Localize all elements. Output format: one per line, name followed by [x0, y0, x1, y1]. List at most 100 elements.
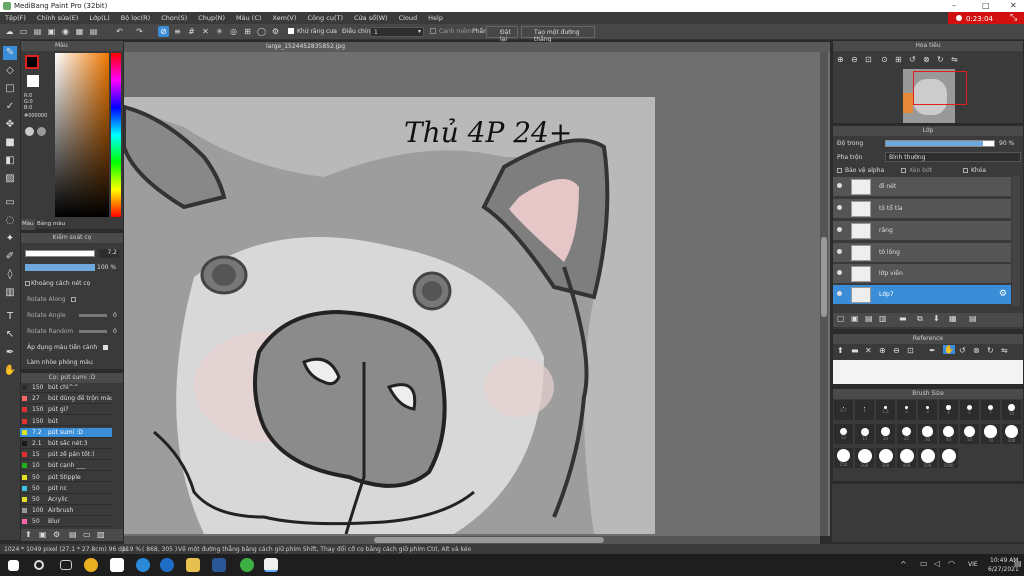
fit-window-icon[interactable]: ⊡ [865, 55, 872, 64]
hand-tool-icon[interactable]: ✋ [3, 364, 17, 378]
snap-circle-icon[interactable]: ◎ [228, 26, 239, 37]
select-eraser-icon[interactable]: ◊ [3, 268, 17, 282]
layer-opacity-slider[interactable] [885, 140, 995, 147]
save-icon[interactable]: ▣ [46, 26, 57, 37]
hue-slider[interactable] [111, 53, 121, 217]
new-8bit-layer-icon[interactable]: ▤ [865, 314, 873, 323]
primary-color-swatch[interactable] [25, 55, 39, 69]
visibility-icon[interactable] [837, 291, 842, 296]
tab-color[interactable]: Màu [21, 219, 35, 230]
brush-list-item[interactable]: 50 Acrylic [20, 495, 112, 505]
brush-size-preset[interactable]: 40 [939, 424, 958, 444]
ref-open-icon[interactable]: ⬆ [837, 346, 844, 355]
canvas-horizontal-scrollbar[interactable] [124, 536, 820, 544]
color-wheel-icon[interactable] [25, 127, 34, 136]
magic-wand-icon[interactable]: ✦ [3, 232, 17, 246]
gradient-tool-icon[interactable]: ▨ [3, 172, 17, 186]
snap-vanish-icon[interactable]: ✕ [200, 26, 211, 37]
ref-zoom-in-icon[interactable]: ⊕ [879, 346, 886, 355]
eyedropper-icon[interactable]: ✒ [3, 346, 17, 360]
unikey-icon[interactable] [110, 558, 124, 572]
brush-size-preset[interactable]: 5 [960, 400, 979, 420]
brush-size-preset[interactable]: 400 [897, 448, 916, 468]
brush-size-preset[interactable]: 1 [855, 400, 874, 420]
navigator-thumbnail[interactable] [903, 69, 967, 123]
select-pen-icon[interactable]: ✐ [3, 250, 17, 264]
delete-layer-icon[interactable]: ▤ [969, 314, 977, 323]
layer-row[interactable]: Lớp7 ⚙ [833, 285, 1011, 305]
ref-flip-icon[interactable]: ⇋ [1001, 346, 1008, 355]
wifi-icon[interactable]: ◠ [948, 559, 955, 568]
rotate-angle-slider[interactable] [79, 314, 107, 317]
move-tool-icon[interactable]: ✥ [3, 118, 17, 132]
brush-size-preset[interactable]: 1.5 [876, 400, 895, 420]
folder-icon[interactable]: ▭ [83, 530, 91, 539]
navigator-viewport[interactable] [913, 71, 967, 105]
rotate-along-checkbox[interactable] [71, 297, 76, 302]
rotate-random-slider[interactable] [79, 330, 107, 333]
rotate-reset-icon[interactable]: ⊗ [923, 55, 930, 64]
new-halftone-layer-icon[interactable]: ▣ [851, 314, 859, 323]
redo-icon[interactable]: ↷ [134, 26, 145, 37]
brush-settings-icon[interactable]: ⚙ [53, 530, 60, 539]
operation-tool-icon[interactable]: ↖ [3, 328, 17, 342]
rotate-right-icon[interactable]: ↻ [937, 55, 944, 64]
brush-list-item[interactable]: 100 Airbrush [20, 506, 112, 516]
brush-list-item[interactable]: 50 pút nc [20, 484, 112, 494]
visibility-icon[interactable] [837, 227, 842, 232]
maximize-button[interactable]: □ [982, 1, 990, 10]
brush-size-preset[interactable]: 150 [834, 448, 853, 468]
saturation-value-picker[interactable] [55, 53, 109, 217]
layer-row[interactable]: đi nét [833, 177, 1011, 197]
menu-help[interactable]: Help [423, 12, 449, 22]
menu-edit[interactable]: Chỉnh sửa(E) [32, 12, 84, 22]
network-icon[interactable]: ▭ [920, 559, 928, 568]
select-tool-icon[interactable]: ✓ [3, 100, 17, 114]
brush-size-preset[interactable]: 300 [876, 448, 895, 468]
ref-rotate-right-icon[interactable]: ↻ [987, 346, 994, 355]
tab-palette[interactable]: Bảng màu [37, 221, 65, 227]
brush-list-item[interactable]: 50 pút Stipple [20, 473, 112, 483]
zoom-out-icon[interactable]: ⊖ [851, 55, 858, 64]
brush-size-preset[interactable]: 7 [981, 400, 1000, 420]
menu-tools[interactable]: Công cụ(T) [302, 12, 349, 22]
flip-icon[interactable]: ⇋ [951, 55, 958, 64]
new-layer-icon[interactable]: ▢ [837, 314, 845, 323]
reference-view[interactable] [833, 360, 1023, 384]
menu-layer[interactable]: Lớp(L) [84, 12, 115, 22]
text-tool-icon[interactable]: T [3, 310, 17, 324]
menu-view[interactable]: Xem(V) [267, 12, 302, 22]
grid-icon[interactable]: ▦ [74, 26, 85, 37]
explorer-icon[interactable] [186, 558, 200, 572]
menu-snap[interactable]: Chụp(N) [193, 12, 231, 22]
anti-alias-checkbox[interactable] [288, 28, 294, 34]
layer-row[interactable]: răng [833, 221, 1011, 241]
snap-parallel-icon[interactable]: ≡ [172, 26, 183, 37]
comment-icon[interactable]: ◉ [60, 26, 71, 37]
brush-list-item[interactable]: 15 pút zẽ pán tốt:) [20, 450, 112, 460]
brush-size-preset[interactable]: 12 [834, 424, 853, 444]
brush-size-preset[interactable]: 500 [918, 448, 937, 468]
scroll-thumb[interactable] [821, 237, 827, 317]
scroll-thumb-h[interactable] [374, 537, 604, 543]
layer-row[interactable]: tô tổ tỉa [833, 199, 1011, 219]
brush-list-item[interactable]: 150 bút chì^^ [20, 383, 112, 393]
clipping-checkbox[interactable] [901, 168, 906, 173]
brush-size-preset[interactable]: 10 [1002, 400, 1021, 420]
divide-tool-icon[interactable]: ▥ [3, 286, 17, 300]
ref-fit-icon[interactable]: ⊡ [907, 346, 914, 355]
brush-list-item[interactable]: 10 bút cạnh ___ [20, 461, 112, 472]
menu-filter[interactable]: Bộ lọc(R) [116, 12, 156, 22]
fill-tool-icon[interactable]: ◧ [3, 154, 17, 168]
brush-size-preset[interactable]: 30 [918, 424, 937, 444]
brush-tool-icon[interactable]: ✎ [3, 46, 17, 60]
chrome-icon[interactable] [84, 558, 98, 572]
snap-cross-icon[interactable]: # [186, 26, 197, 37]
secondary-color-swatch[interactable] [27, 75, 39, 87]
layer-type-menu-icon[interactable]: ▥ [879, 314, 887, 323]
rect-tool-icon[interactable]: ■ [3, 136, 17, 150]
menu-cloud[interactable]: Cloud [394, 12, 424, 22]
open-icon[interactable]: ▤ [32, 26, 43, 37]
brush-size-preset[interactable]: 200 [855, 448, 874, 468]
protect-alpha-checkbox[interactable] [837, 168, 842, 173]
